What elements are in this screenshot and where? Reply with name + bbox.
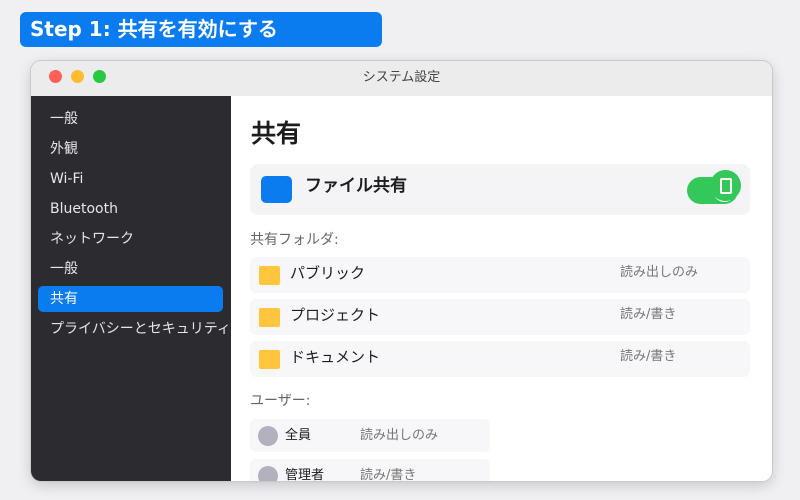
sidebar-item-general[interactable]: 一般 [38,106,223,132]
device-icon[interactable] [710,170,741,201]
sidebar-item-network[interactable]: ネットワーク [38,226,223,252]
page-title: 共有 [251,119,302,148]
file-sharing-card: ファイル共有 [250,164,750,215]
folder-permission[interactable]: 読み/書き [620,299,676,331]
sidebar: 一般 外観 Wi-Fi Bluetooth ネットワーク 一般 共有 プライバシ… [31,96,231,481]
step-banner: Step 1: 共有を有効にする [20,12,382,47]
user-avatar-icon [258,426,278,446]
window-title: システム設定 [362,70,441,85]
users-label: ユーザー: [250,393,311,409]
folder-name: プロジェクト [290,306,381,324]
folder-permission[interactable]: 読み/書き [620,341,676,373]
sidebar-item-privacy-security[interactable]: プライバシーとセキュリティ [38,316,231,342]
sidebar-item-wifi[interactable]: Wi-Fi [38,166,223,192]
user-row[interactable]: 全員 読み出しのみ [250,419,490,452]
settings-window: システム設定 一般 外観 Wi-Fi Bluetooth ネットワーク 一般 共… [31,61,772,481]
user-name: 全員 [285,428,312,443]
sidebar-item-bluetooth[interactable]: Bluetooth [38,196,223,222]
folder-icon [259,308,280,327]
file-sharing-label: ファイル共有 [305,176,407,196]
folder-row[interactable]: プロジェクト 読み/書き [250,299,750,335]
user-avatar-icon [258,466,278,481]
folder-icon [259,350,280,369]
user-name: 管理者 [285,468,325,481]
folder-permission[interactable]: 読み出しのみ [620,257,698,289]
sidebar-item-appearance[interactable]: 外観 [38,136,223,162]
folder-row[interactable]: ドキュメント 読み/書き [250,341,750,377]
sidebar-item-general-2[interactable]: 一般 [38,256,223,282]
user-permission[interactable]: 読み/書き [360,459,416,481]
user-row[interactable]: 管理者 読み/書き [250,459,490,481]
folder-icon [259,266,280,285]
title-bar: システム設定 [31,61,772,97]
file-sharing-icon [261,176,292,203]
shared-folders-label: 共有フォルダ: [250,232,339,248]
user-permission[interactable]: 読み出しのみ [360,419,438,452]
settings-content: 共有 ファイル共有 共有フォルダ: パブリック 読み出しのみ プロジェクト 読み… [231,96,772,481]
folder-row[interactable]: パブリック 読み出しのみ [250,257,750,293]
folder-name: パブリック [290,264,366,282]
sidebar-item-sharing[interactable]: 共有 [38,286,223,312]
folder-name: ドキュメント [290,348,381,366]
